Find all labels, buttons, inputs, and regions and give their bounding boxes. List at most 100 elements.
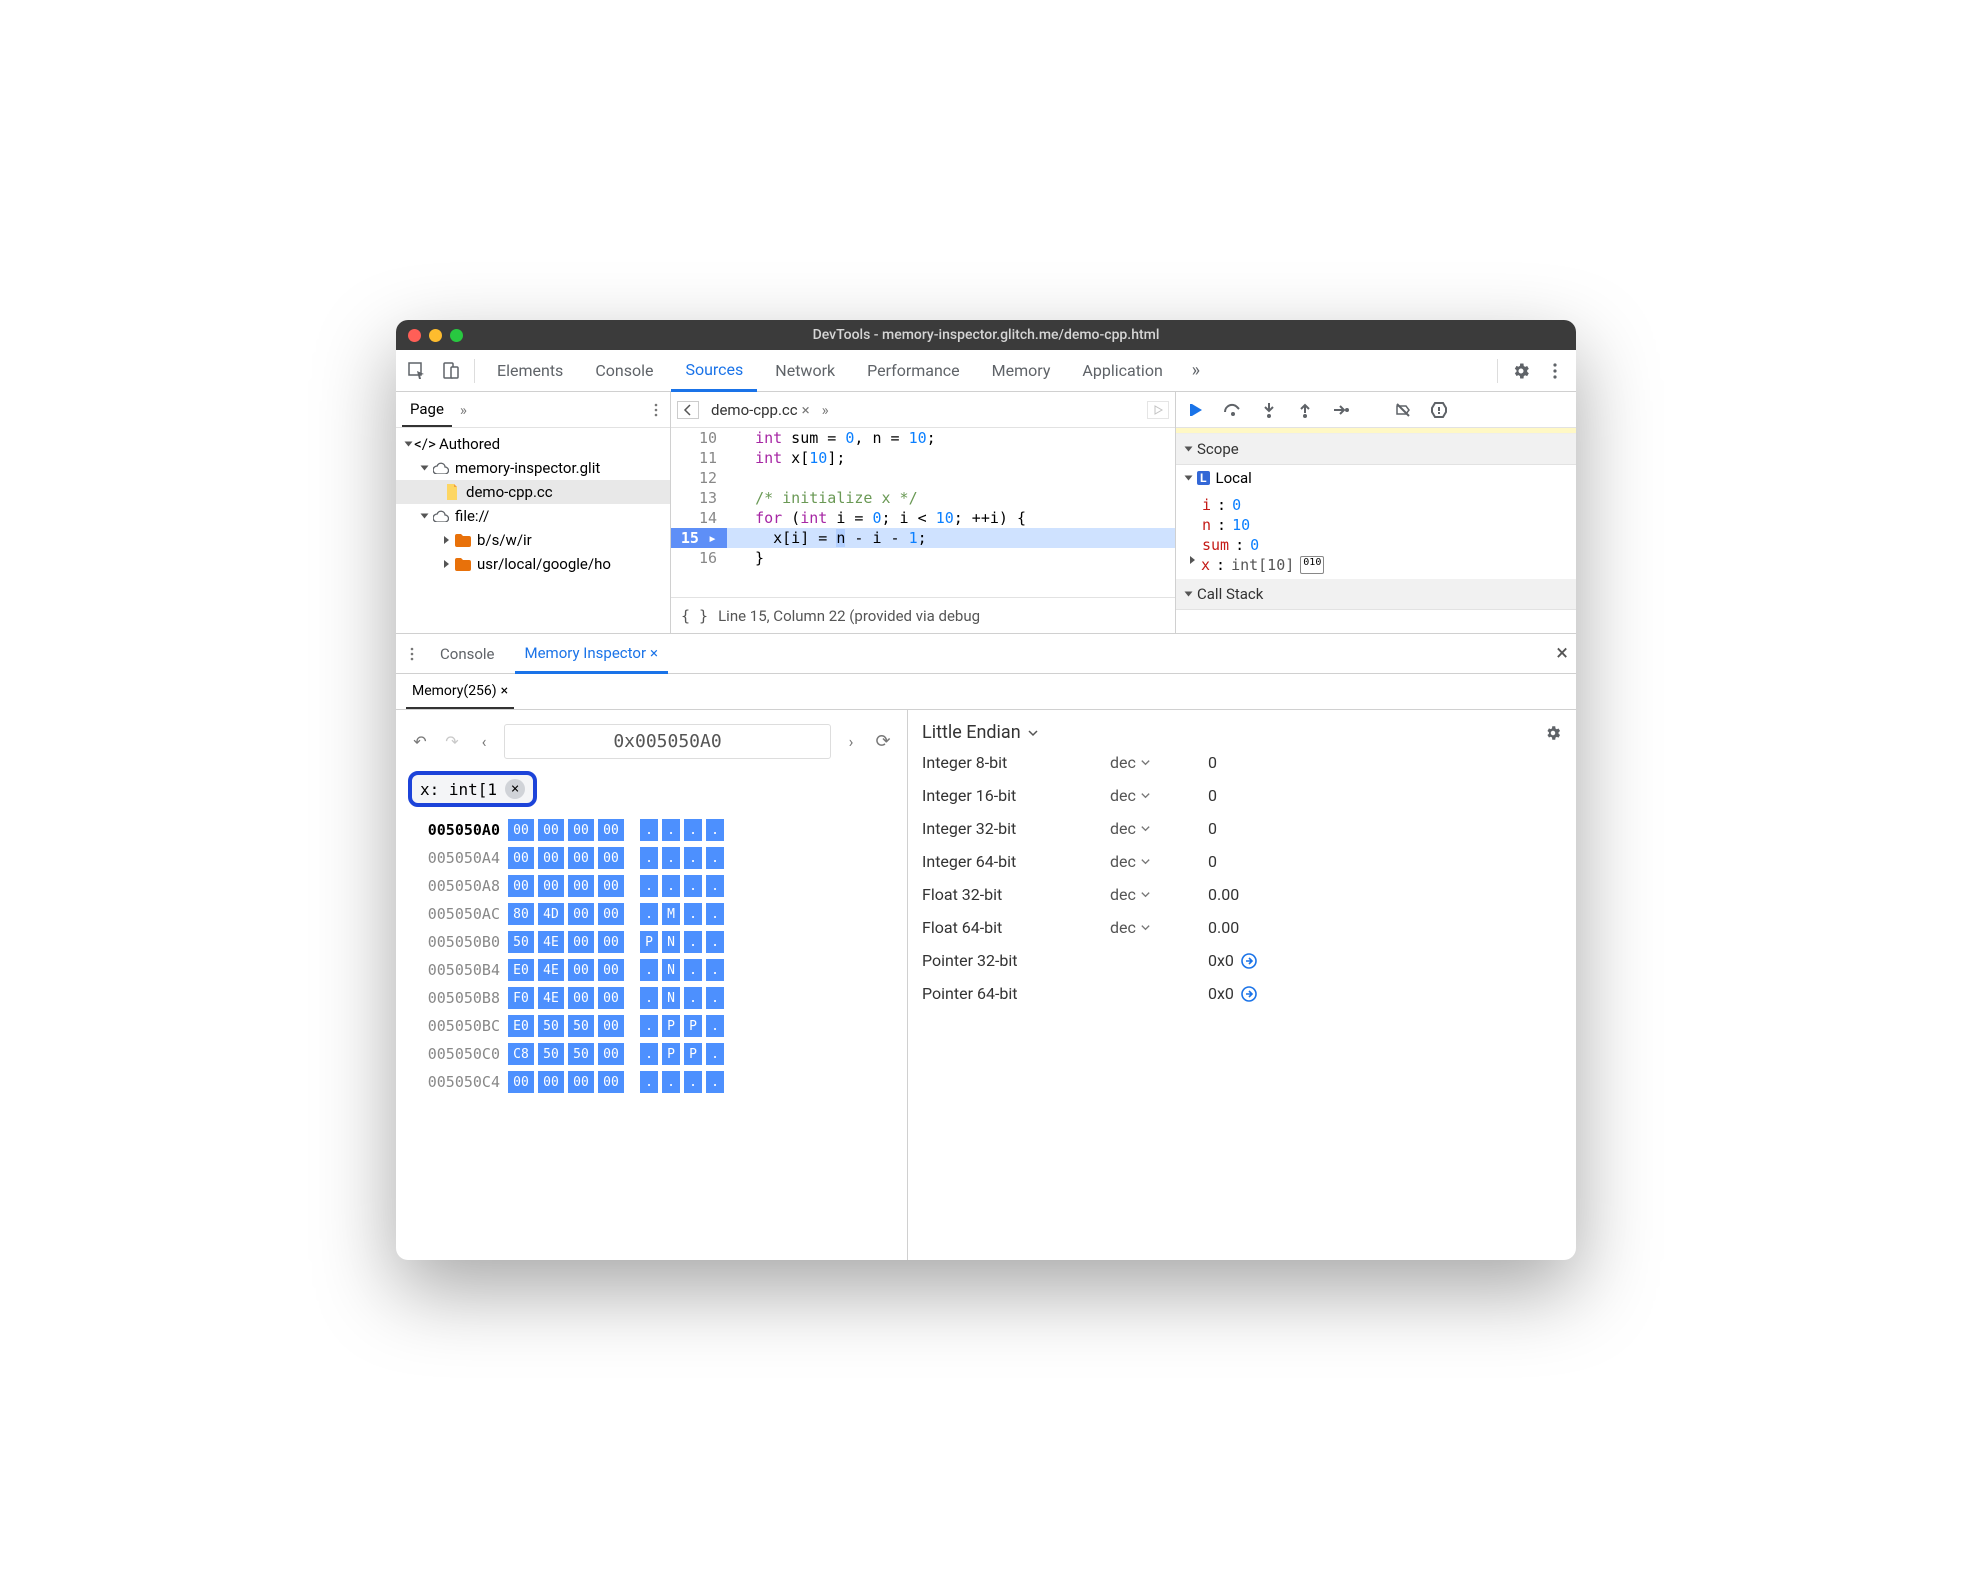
ascii-byte[interactable]: . — [640, 875, 658, 897]
step-into-icon[interactable] — [1258, 399, 1280, 421]
ascii-byte[interactable]: P — [662, 1043, 680, 1065]
hex-byte[interactable]: 4E — [538, 931, 564, 953]
ascii-byte[interactable]: . — [684, 987, 702, 1009]
tab-performance[interactable]: Performance — [853, 350, 974, 391]
inspect-icon[interactable] — [402, 356, 432, 386]
hex-row[interactable]: 005050BCE0505000.PP. — [408, 1015, 895, 1037]
ascii-byte[interactable]: . — [706, 959, 724, 981]
ascii-byte[interactable]: . — [684, 931, 702, 953]
hex-byte[interactable]: 00 — [598, 1015, 624, 1037]
ascii-byte[interactable]: . — [706, 875, 724, 897]
hex-byte[interactable]: 00 — [598, 959, 624, 981]
hex-byte[interactable]: 00 — [538, 847, 564, 869]
hex-row[interactable]: 005050A000000000.... — [408, 819, 895, 841]
hex-byte[interactable]: 00 — [598, 847, 624, 869]
ascii-byte[interactable]: . — [640, 819, 658, 841]
hex-byte[interactable]: 00 — [538, 819, 564, 841]
ascii-byte[interactable]: P — [662, 1015, 680, 1037]
hex-byte[interactable]: 4E — [538, 987, 564, 1009]
editor-more-tabs-icon[interactable]: » — [822, 401, 829, 419]
hex-row[interactable]: 005050B0504E0000PN.. — [408, 931, 895, 953]
value-format-selector[interactable]: dec — [1110, 786, 1180, 805]
ascii-byte[interactable]: . — [706, 819, 724, 841]
next-page-icon[interactable]: › — [839, 732, 863, 751]
tab-application[interactable]: Application — [1068, 350, 1176, 391]
hex-byte[interactable]: 50 — [538, 1043, 564, 1065]
ascii-byte[interactable]: . — [684, 959, 702, 981]
hex-byte[interactable]: 00 — [598, 903, 624, 925]
hex-byte[interactable]: 00 — [598, 987, 624, 1009]
hex-byte[interactable]: 50 — [538, 1015, 564, 1037]
reveal-in-memory-icon[interactable]: 010 — [1300, 556, 1324, 574]
navigator-more-tabs-icon[interactable]: » — [460, 401, 467, 419]
ascii-byte[interactable]: N — [662, 987, 680, 1009]
history-back-icon[interactable] — [677, 401, 699, 419]
hex-byte[interactable]: 00 — [568, 987, 594, 1009]
ascii-byte[interactable]: . — [640, 903, 658, 925]
ascii-byte[interactable]: . — [684, 903, 702, 925]
var-row-sum[interactable]: sum:0 — [1202, 535, 1550, 555]
pause-on-exceptions-icon[interactable] — [1428, 399, 1450, 421]
ascii-byte[interactable]: . — [662, 847, 680, 869]
ascii-byte[interactable]: . — [640, 987, 658, 1009]
tab-network[interactable]: Network — [761, 350, 849, 391]
navigator-menu-icon[interactable] — [648, 402, 664, 418]
ascii-byte[interactable]: . — [684, 875, 702, 897]
hex-byte[interactable]: 50 — [568, 1015, 594, 1037]
ascii-byte[interactable]: . — [706, 903, 724, 925]
tree-file-demo-cpp[interactable]: demo-cpp.cc — [396, 480, 670, 504]
jump-to-pointer-icon[interactable] — [1240, 985, 1258, 1003]
hex-byte[interactable]: E0 — [508, 959, 534, 981]
hex-byte[interactable]: 4D — [538, 903, 564, 925]
hex-row[interactable]: 005050C400000000.... — [408, 1071, 895, 1093]
hex-byte[interactable]: 80 — [508, 903, 534, 925]
ascii-byte[interactable]: . — [640, 1043, 658, 1065]
hex-byte[interactable]: 00 — [598, 1043, 624, 1065]
more-tabs-icon[interactable]: » — [1181, 356, 1211, 386]
hex-byte[interactable]: F0 — [508, 987, 534, 1009]
refresh-icon[interactable]: ⟳ — [871, 731, 895, 752]
var-row-n[interactable]: n:10 — [1202, 515, 1550, 535]
hex-row[interactable]: 005050C0C8505000.PP. — [408, 1043, 895, 1065]
memory-highlight-chip[interactable]: x: int[1 × — [408, 771, 537, 807]
ascii-byte[interactable]: . — [706, 987, 724, 1009]
history-undo-icon[interactable]: ↶ — [408, 732, 432, 751]
jump-to-pointer-icon[interactable] — [1240, 952, 1258, 970]
hex-row[interactable]: 005050A800000000.... — [408, 875, 895, 897]
tab-sources[interactable]: Sources — [671, 351, 757, 392]
scope-section-header[interactable]: Scope — [1176, 434, 1576, 465]
ascii-byte[interactable]: N — [662, 931, 680, 953]
hex-byte[interactable]: 4E — [538, 959, 564, 981]
ascii-byte[interactable]: . — [706, 1015, 724, 1037]
drawer-close-icon[interactable]: × — [1556, 641, 1568, 666]
ascii-byte[interactable]: . — [706, 847, 724, 869]
tree-dir-2[interactable]: usr/local/google/ho — [396, 552, 670, 576]
endianness-selector[interactable]: Little Endian — [922, 722, 1039, 743]
ascii-byte[interactable]: N — [662, 959, 680, 981]
hex-byte[interactable]: 00 — [508, 875, 534, 897]
hex-row[interactable]: 005050B4E04E0000.N.. — [408, 959, 895, 981]
value-settings-icon[interactable] — [1544, 724, 1562, 742]
hex-byte[interactable]: 00 — [598, 875, 624, 897]
hex-byte[interactable]: 00 — [598, 819, 624, 841]
tree-file-scheme[interactable]: file:// — [396, 504, 670, 528]
hex-byte[interactable]: 00 — [568, 1071, 594, 1093]
ascii-byte[interactable]: . — [640, 847, 658, 869]
hex-byte[interactable]: 00 — [598, 931, 624, 953]
callstack-section-header[interactable]: Call Stack — [1176, 579, 1576, 610]
ascii-byte[interactable]: . — [662, 875, 680, 897]
tab-console[interactable]: Console — [581, 350, 667, 391]
ascii-byte[interactable]: . — [684, 819, 702, 841]
code-editor[interactable]: 10 int sum = 0, n = 10; 11 int x[10]; 12… — [671, 428, 1175, 597]
prev-page-icon[interactable]: ‹ — [472, 732, 496, 751]
ascii-byte[interactable]: . — [640, 1071, 658, 1093]
ascii-byte[interactable]: P — [684, 1043, 702, 1065]
hex-byte[interactable]: 50 — [508, 931, 534, 953]
close-tab-icon[interactable]: × — [650, 644, 658, 662]
ascii-byte[interactable]: . — [662, 819, 680, 841]
ascii-byte[interactable]: . — [684, 847, 702, 869]
tab-memory[interactable]: Memory — [978, 350, 1065, 391]
memory-tab-256[interactable]: Memory(256) × — [406, 674, 514, 709]
hex-row[interactable]: 005050AC804D0000.M.. — [408, 903, 895, 925]
drawer-menu-icon[interactable] — [404, 646, 420, 662]
